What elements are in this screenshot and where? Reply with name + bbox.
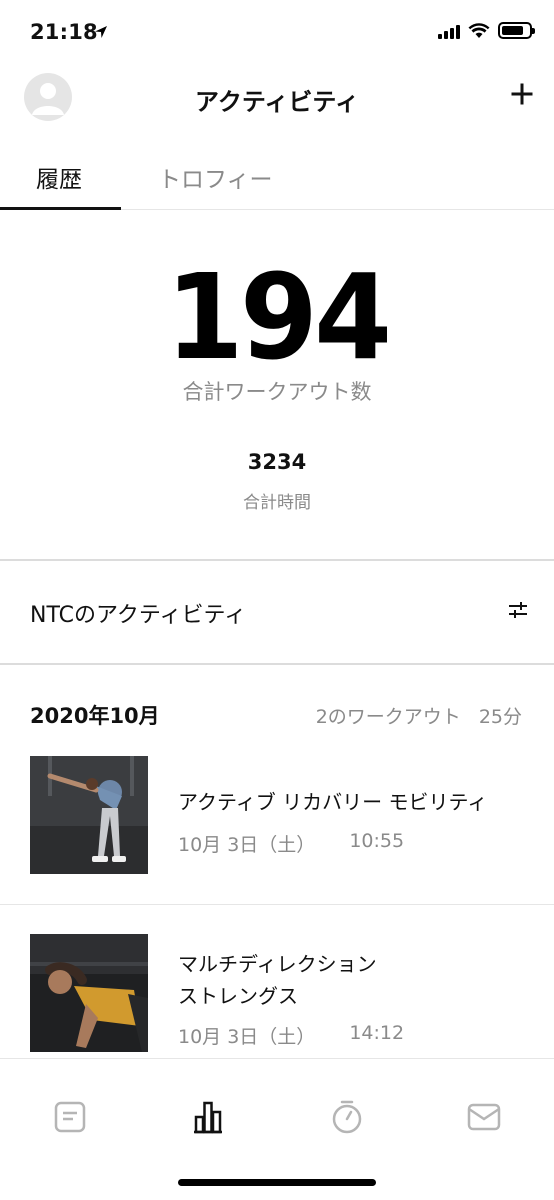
- cellular-signal-icon: [438, 23, 460, 39]
- workout-time: 14:12: [349, 1022, 405, 1044]
- sliders-icon[interactable]: [506, 598, 530, 622]
- activity-section-title: NTCのアクティビティ: [30, 603, 247, 628]
- total-workouts-label: 合計ワークアウト数: [182, 380, 372, 404]
- workout-title-line2: ストレングス: [178, 984, 298, 1008]
- workout-title: アクティブ リカバリー モビリティ: [178, 790, 488, 814]
- header: アクティビティ: [0, 62, 554, 132]
- tab-trophies[interactable]: トロフィー: [158, 160, 273, 194]
- battery-icon: [498, 22, 535, 39]
- plus-icon[interactable]: [510, 82, 534, 106]
- workout-meta: 10月 3日（土） 10:55: [178, 830, 404, 857]
- status-bar: 21:18: [0, 0, 554, 62]
- activity-bars-icon[interactable]: [190, 1099, 226, 1135]
- section-divider: [0, 559, 554, 561]
- month-summary: 2のワークアウト 25分: [316, 702, 522, 729]
- page-title: アクティビティ: [195, 88, 359, 116]
- workout-date: 10月 3日（土）: [178, 834, 316, 856]
- workout-date: 10月 3日（土）: [178, 1026, 316, 1048]
- total-time-label: 合計時間: [243, 493, 311, 513]
- month-label: 2020年10月: [30, 704, 160, 728]
- stopwatch-icon[interactable]: [329, 1099, 365, 1135]
- total-time-value: 3234: [247, 450, 307, 474]
- status-time: 21:18: [30, 20, 98, 44]
- row-divider: [0, 904, 554, 905]
- feed-icon[interactable]: [52, 1099, 88, 1135]
- inbox-icon[interactable]: [466, 1099, 502, 1135]
- total-workouts-count: 194: [165, 248, 392, 386]
- workout-item[interactable]: マルチディレクション ストレングス 10月 3日（土） 14:12: [0, 934, 554, 1058]
- location-arrow-icon: [95, 26, 107, 38]
- status-indicators: [438, 22, 535, 39]
- section-divider: [0, 663, 554, 665]
- tab-bar: 履歴 トロフィー: [0, 140, 554, 210]
- workout-thumbnail: [30, 934, 148, 1052]
- tab-history[interactable]: 履歴: [36, 160, 82, 194]
- workout-item[interactable]: アクティブ リカバリー モビリティ 10月 3日（土） 10:55: [0, 756, 554, 904]
- month-workout-count: 2のワークアウト: [315, 706, 461, 728]
- home-indicator: [178, 1179, 376, 1186]
- workout-title: マルチディレクション: [178, 952, 377, 976]
- active-tab-indicator: [0, 207, 121, 210]
- workout-meta: 10月 3日（土） 14:12: [178, 1022, 404, 1049]
- month-total-minutes: 25分: [478, 706, 522, 728]
- wifi-icon: [468, 22, 490, 38]
- workout-time: 10:55: [349, 830, 405, 852]
- workout-thumbnail: [30, 756, 148, 874]
